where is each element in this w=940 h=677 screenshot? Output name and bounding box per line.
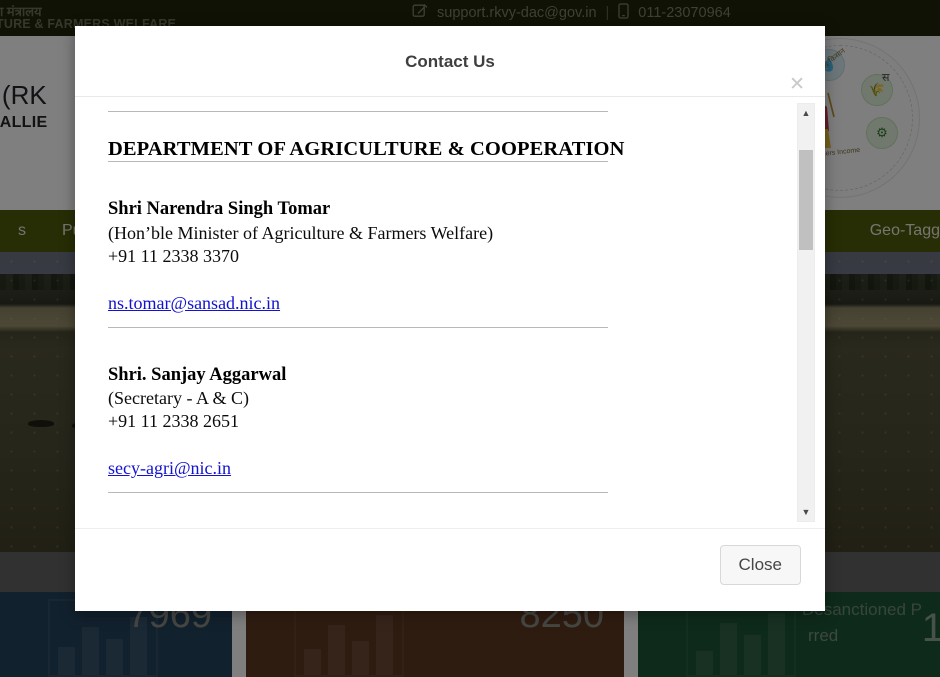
modal-footer: Close <box>75 528 825 611</box>
contact-phone: +91 11 2338 2651 <box>108 411 239 432</box>
contact-email-link[interactable]: ns.tomar@sansad.nic.in <box>108 293 280 314</box>
modal-title: Contact Us <box>405 52 495 71</box>
contact-phone: +91 11 2338 3370 <box>108 245 239 266</box>
contact-role: (Hon’ble Minister of Agriculture & Farme… <box>108 222 494 243</box>
divider-under-heading <box>108 161 608 162</box>
contact-entry-secretary: Shri. Sanjay Aggarwal (Secretary - A & C… <box>108 364 757 494</box>
divider-after-minister <box>108 326 608 328</box>
contact-content: DEPARTMENT OF AGRICULTURE & COOPERATION … <box>75 97 787 494</box>
contact-name: Shri. Sanjay Aggarwal <box>108 364 287 385</box>
scrollbar-thumb[interactable] <box>799 150 813 250</box>
contact-name: Shri Narendra Singh Tomar <box>108 199 331 219</box>
contact-us-modal: Contact Us ✕ DEPARTMENT OF AGRICULTURE &… <box>75 26 825 611</box>
divider-top <box>108 111 608 112</box>
scroll-down-arrow-icon[interactable]: ▼ <box>798 504 814 520</box>
department-heading: DEPARTMENT OF AGRICULTURE & COOPERATION <box>108 138 625 160</box>
modal-scrollbar[interactable]: ▲ ▼ <box>797 103 815 522</box>
modal-body: DEPARTMENT OF AGRICULTURE & COOPERATION … <box>75 97 825 528</box>
contact-email-link[interactable]: secy-agri@nic.in <box>108 458 231 479</box>
close-button[interactable]: Close <box>719 545 801 585</box>
modal-header: Contact Us ✕ <box>75 26 825 97</box>
modal-scroll-region: DEPARTMENT OF AGRICULTURE & COOPERATION … <box>75 97 787 528</box>
divider-after-secretary <box>108 492 608 494</box>
contact-entry-minister: Shri Narendra Singh Tomar (Hon’ble Minis… <box>108 198 757 328</box>
scroll-up-arrow-icon[interactable]: ▲ <box>798 105 814 121</box>
close-icon[interactable]: ✕ <box>785 75 809 94</box>
contact-role: (Secretary - A & C) <box>108 388 249 409</box>
